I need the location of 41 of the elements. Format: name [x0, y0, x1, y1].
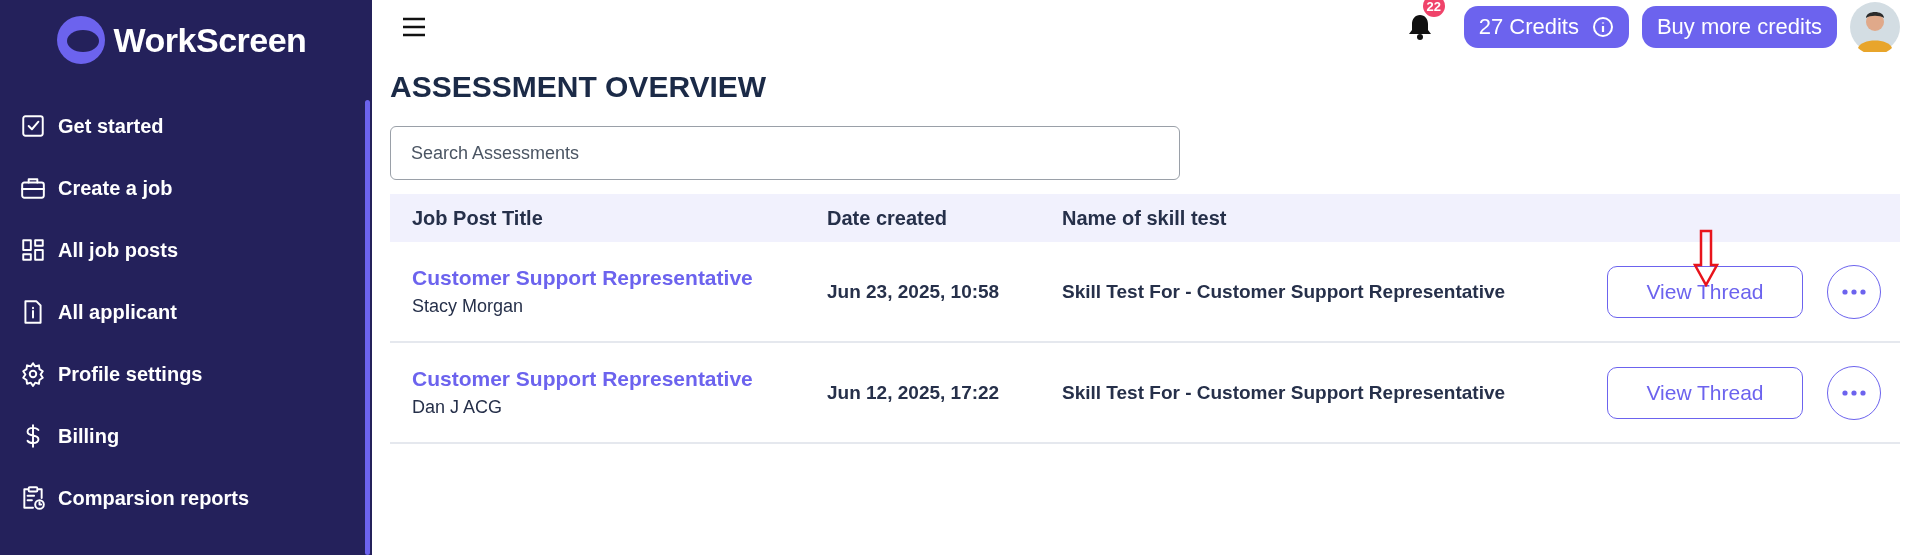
more-button[interactable] — [1827, 264, 1881, 319]
settings-icon — [20, 361, 46, 387]
sidebar-item[interactable]: Billing — [0, 405, 372, 467]
date-cell-text: Jun 23, 2025, 10:58 — [827, 280, 1001, 303]
column-header: Job Post Title — [412, 206, 544, 230]
candidate-name: Stacy Morgan — [412, 296, 525, 317]
column-header: Date created — [827, 206, 949, 230]
sidebar-item[interactable]: Get started — [0, 95, 372, 157]
logo-text: WorkScreen — [113, 20, 307, 60]
search-field[interactable]: Search Assessments — [390, 126, 1180, 180]
view-thread-button[interactable]: View Thread — [1607, 265, 1803, 318]
scrollbar[interactable] — [365, 100, 370, 555]
sidebar-item[interactable]: All job posts — [0, 219, 372, 281]
dashboard-icon — [20, 237, 46, 263]
buy-credits-button[interactable]: Buy more credits — [1641, 6, 1837, 48]
view-thread-button[interactable]: View Thread — [1607, 366, 1803, 419]
menu-icon[interactable] — [402, 17, 426, 37]
clipboard-icon — [20, 485, 46, 511]
logo-icon — [55, 15, 106, 65]
avatar[interactable] — [1850, 2, 1900, 52]
briefcase-icon — [20, 175, 46, 201]
checkbox-icon — [20, 113, 46, 139]
date-cell-text: Jun 12, 2025, 17:22 — [827, 381, 1001, 404]
sidebar-item[interactable]: All applicant — [0, 281, 372, 343]
candidate-name: Dan J ACG — [412, 397, 504, 418]
sidebar-item[interactable]: Comparsion reports — [0, 467, 372, 529]
job-title-link[interactable]: Customer Support Representative — [412, 367, 827, 391]
job-title-link[interactable]: Customer Support Representative — [412, 266, 827, 290]
notification-badge: 22 — [1422, 0, 1445, 17]
column-header: Name of skill test — [1062, 206, 1228, 230]
bell-icon[interactable] — [1406, 13, 1433, 41]
credits-button[interactable]: 27 Credits — [1463, 6, 1629, 48]
skill-test-cell-text: Skill Test For - Customer Support Representative — [1062, 381, 1507, 404]
skill-test-cell-text: Skill Test For - Customer Support Representative — [1062, 280, 1507, 303]
more-icon — [1842, 389, 1866, 396]
info-icon — [1591, 16, 1614, 38]
sidebar-item[interactable]: Profile settings — [0, 343, 372, 405]
more-button[interactable] — [1827, 365, 1881, 420]
sidebar-item[interactable]: Create a job — [0, 157, 372, 219]
page-title: ASSESSMENT OVERVIEW — [390, 70, 768, 104]
more-icon — [1842, 288, 1866, 295]
